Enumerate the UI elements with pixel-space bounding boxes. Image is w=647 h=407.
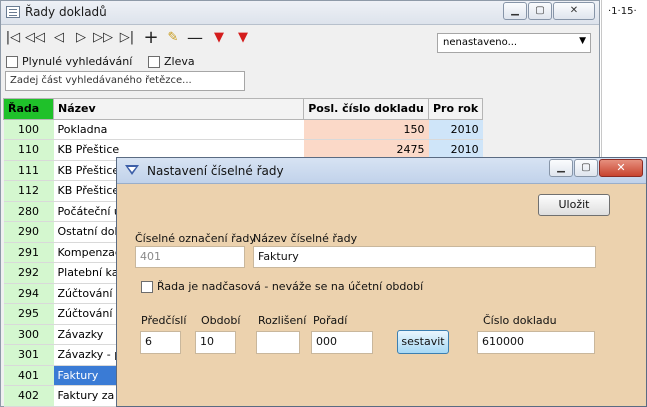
- row-code-cell[interactable]: 295: [3, 303, 54, 325]
- row-code-cell[interactable]: 112: [3, 180, 54, 202]
- column-header-rada[interactable]: Řada: [3, 98, 54, 120]
- row-last-number-cell[interactable]: 150: [303, 119, 429, 140]
- main-title-bar[interactable]: Řady dokladů ▁ ▢ ✕: [1, 1, 599, 25]
- row-code-cell[interactable]: 402: [3, 385, 54, 407]
- next-page-icon[interactable]: ▷▷: [93, 28, 113, 48]
- row-name-cell[interactable]: Pokladna: [53, 119, 304, 140]
- filter-combo[interactable]: nenastaveno... ▼: [437, 33, 591, 53]
- row-code-cell[interactable]: 301: [3, 344, 54, 366]
- prev-icon[interactable]: ◁: [49, 28, 69, 48]
- app-logo-icon: [125, 165, 139, 175]
- distinction-label: Rozlišení: [258, 314, 307, 327]
- doc-number-label: Číslo dokladu: [483, 314, 557, 327]
- row-year-cell[interactable]: 2010: [428, 119, 483, 140]
- app-icon: [6, 6, 20, 18]
- row-code-cell[interactable]: 401: [3, 365, 54, 386]
- chevron-down-icon: ▼: [579, 36, 586, 46]
- order-label: Pořadí: [313, 314, 348, 327]
- number-series-dialog: Nastavení číselné řady ▁ ▢ ✕ Uložit Číse…: [116, 157, 647, 407]
- order-field[interactable]: 000: [311, 331, 373, 354]
- row-code-cell[interactable]: 280: [3, 201, 54, 222]
- next-icon[interactable]: ▷: [71, 28, 91, 48]
- prev-page-icon[interactable]: ◁◁: [25, 28, 45, 48]
- series-name-field[interactable]: Faktury: [253, 246, 596, 268]
- search-input[interactable]: Zadej část vyhledávaného řetězce...: [5, 71, 245, 91]
- dialog-minimize-button[interactable]: ▁: [549, 159, 573, 177]
- row-code-cell[interactable]: 291: [3, 242, 54, 263]
- row-code-cell[interactable]: 290: [3, 221, 54, 243]
- left-label: Zleva: [164, 55, 195, 68]
- ruler-text: ·1·15·: [608, 6, 637, 17]
- dialog-maximize-button[interactable]: ▢: [574, 159, 598, 177]
- column-header-name[interactable]: Název: [53, 98, 304, 120]
- row-code-cell[interactable]: 100: [3, 119, 54, 140]
- overtime-checkbox[interactable]: [141, 281, 153, 293]
- dialog-title-bar[interactable]: Nastavení číselné řady ▁ ▢ ✕: [117, 158, 646, 184]
- close-button[interactable]: ✕: [553, 2, 595, 20]
- dialog-title: Nastavení číselné řady: [147, 164, 284, 178]
- period-label: Období: [201, 314, 241, 327]
- row-code-cell[interactable]: 300: [3, 324, 54, 345]
- row-code-cell[interactable]: 110: [3, 139, 54, 161]
- number-designation-label: Číselné označení řady: [135, 232, 256, 245]
- filter-icon[interactable]: ▼: [209, 28, 229, 48]
- column-header-last-number[interactable]: Posl. číslo dokladu: [303, 98, 429, 120]
- main-window-title: Řady dokladů: [25, 5, 107, 19]
- row-code-cell[interactable]: 294: [3, 283, 54, 304]
- smooth-search-checkbox[interactable]: [6, 56, 18, 68]
- row-code-cell[interactable]: 111: [3, 160, 54, 181]
- left-checkbox[interactable]: [148, 56, 160, 68]
- table-row[interactable]: 100 Pokladna 150 2010: [3, 119, 483, 140]
- column-header-year[interactable]: Pro rok: [427, 98, 484, 120]
- combo-value: nenastaveno...: [443, 37, 518, 48]
- clear-filter-icon[interactable]: ▼: [233, 28, 253, 48]
- prefix-field[interactable]: 6: [140, 331, 181, 354]
- maximize-button[interactable]: ▢: [528, 2, 552, 20]
- distinction-field[interactable]: [256, 331, 300, 354]
- first-icon[interactable]: |◁: [3, 28, 23, 48]
- dialog-close-button[interactable]: ✕: [599, 159, 643, 177]
- edit-icon[interactable]: ✎: [163, 28, 183, 48]
- save-button[interactable]: Uložit: [538, 194, 610, 216]
- minimize-button[interactable]: ▁: [503, 2, 527, 20]
- overtime-label: Řada je nadčasová - neváže se na účetní …: [157, 280, 424, 293]
- prefix-label: Předčíslí: [141, 314, 187, 327]
- delete-icon[interactable]: —: [185, 28, 205, 48]
- number-designation-field[interactable]: 401: [135, 246, 245, 268]
- add-icon[interactable]: +: [141, 28, 161, 48]
- compose-button[interactable]: sestavit: [397, 330, 449, 354]
- doc-number-field[interactable]: 610000: [477, 331, 595, 354]
- last-icon[interactable]: ▷|: [117, 28, 137, 48]
- smooth-search-label: Plynulé vyhledávání: [22, 55, 133, 68]
- series-name-label: Název číselné řady: [253, 232, 358, 245]
- row-code-cell[interactable]: 292: [3, 262, 54, 284]
- period-field[interactable]: 10: [195, 331, 236, 354]
